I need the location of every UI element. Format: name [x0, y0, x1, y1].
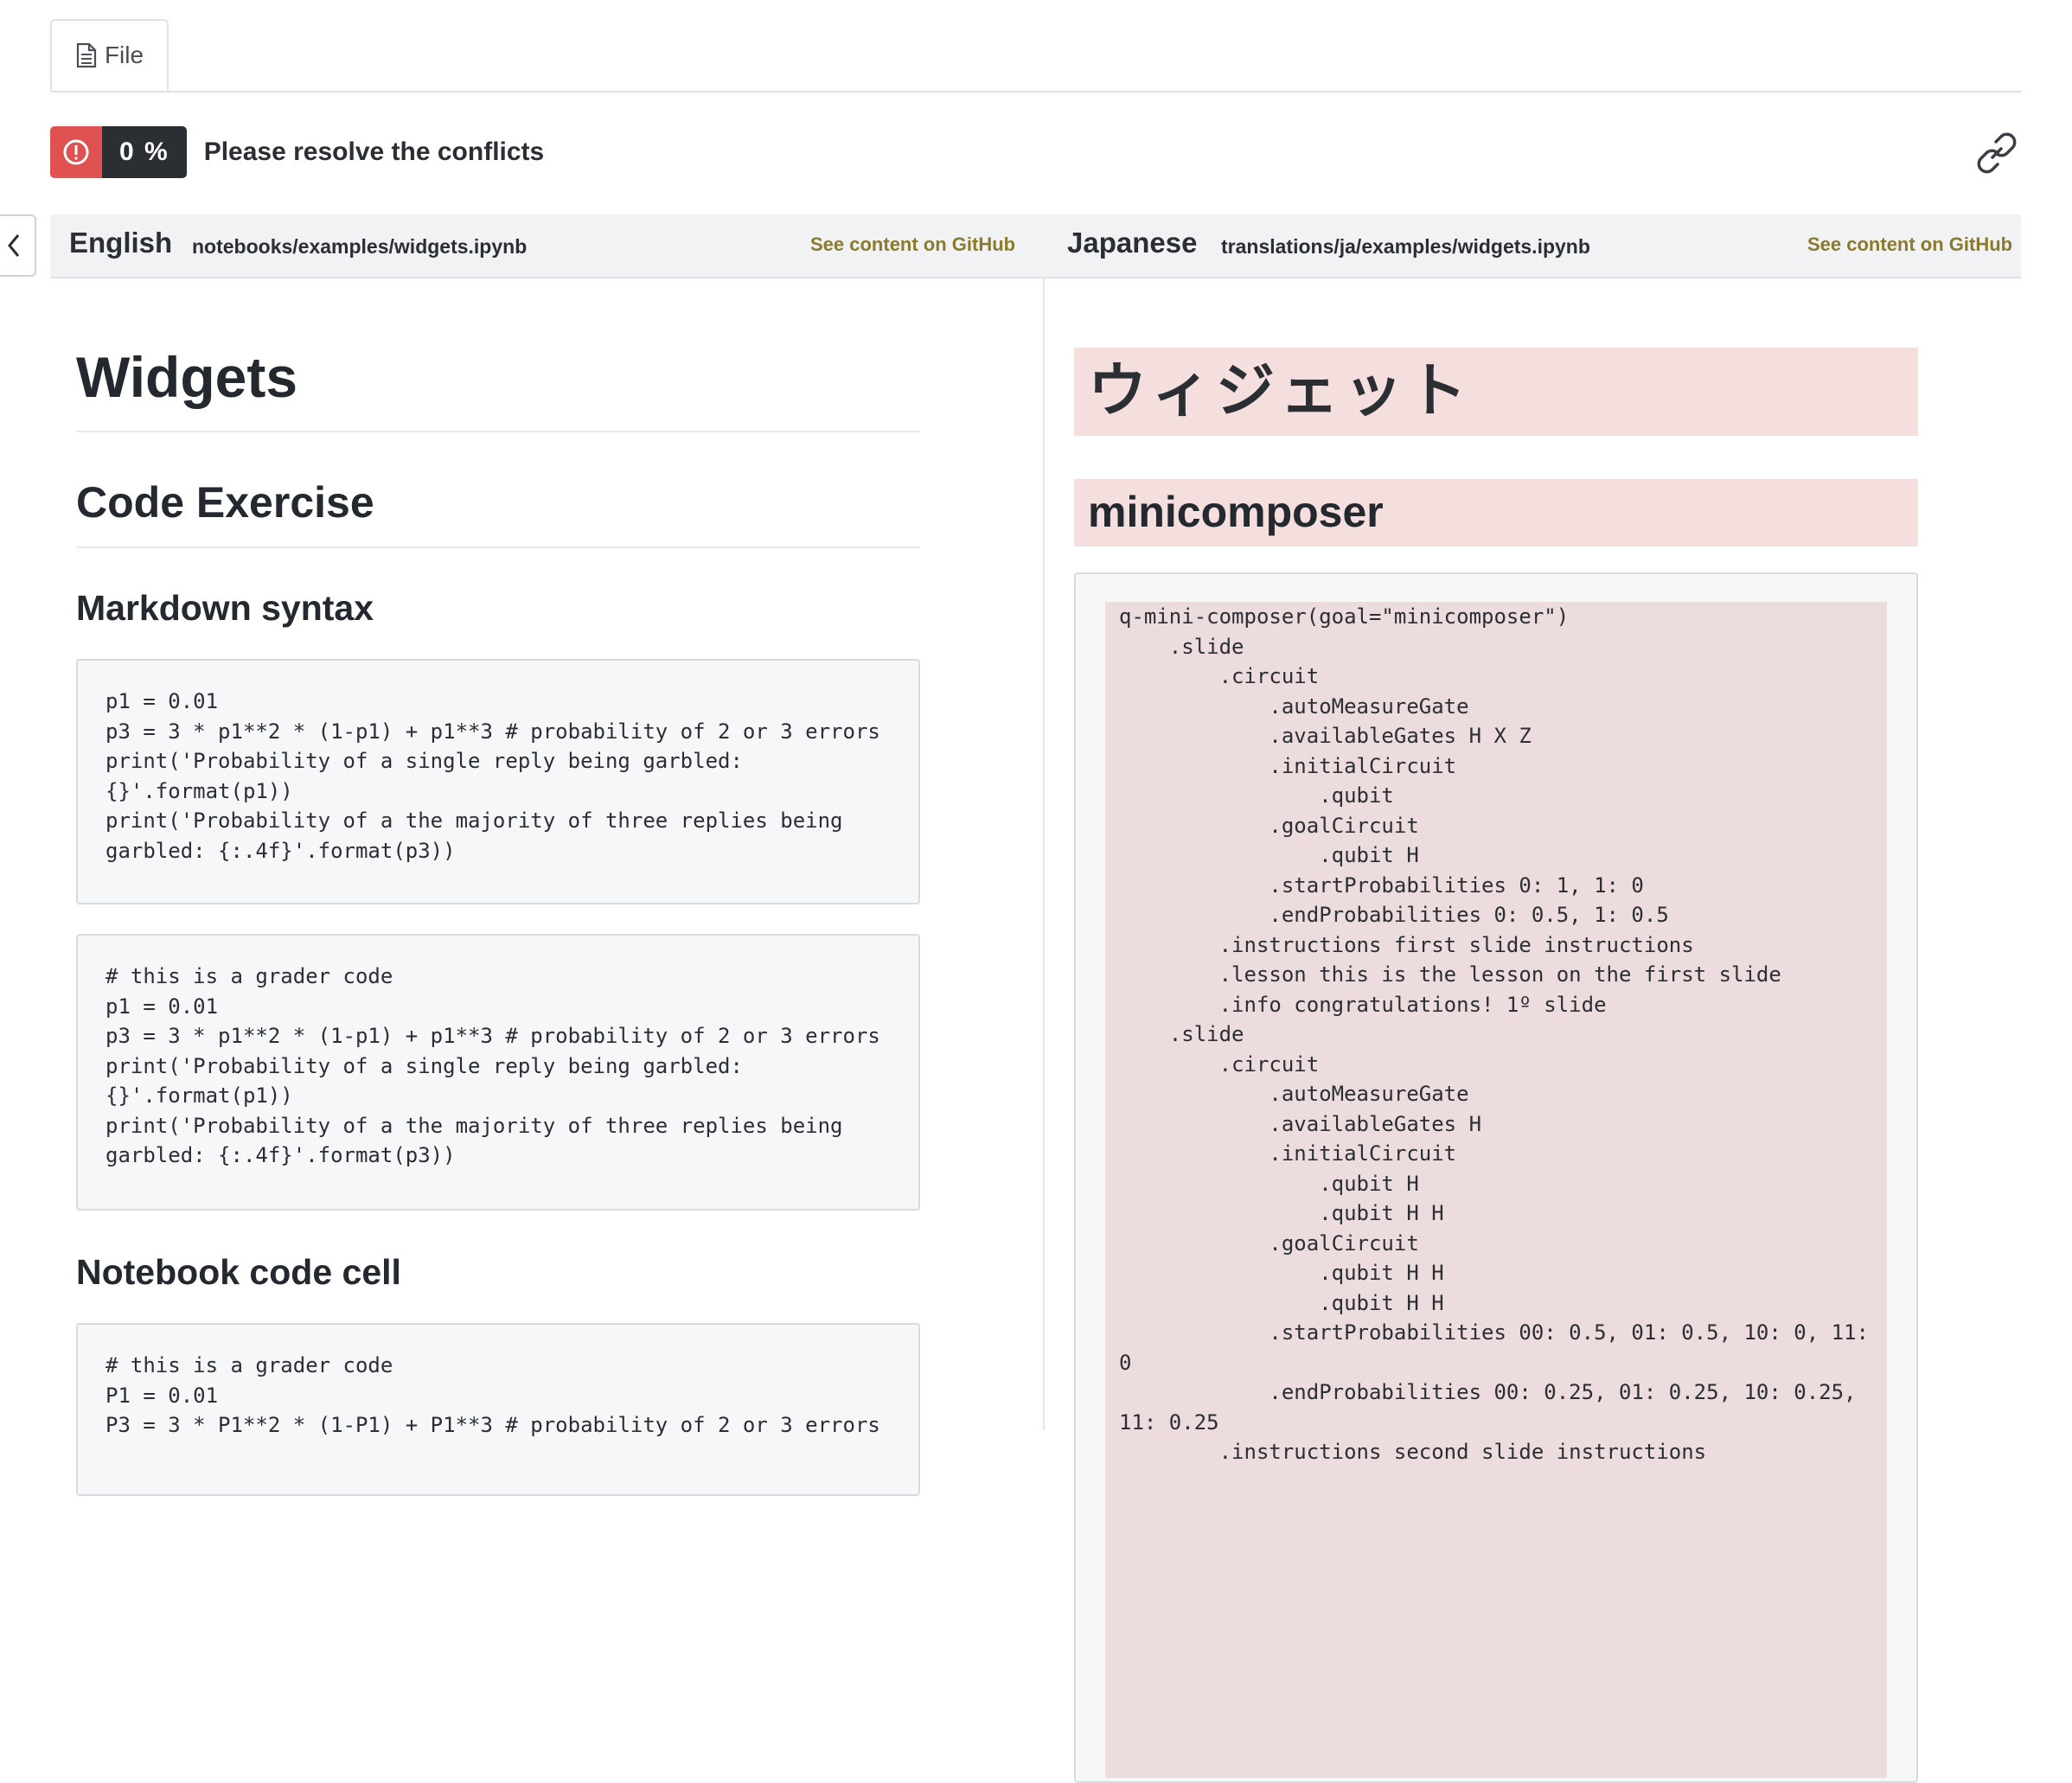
source-language: English [69, 227, 173, 259]
source-title: Widgets [76, 344, 920, 432]
status-message: Please resolve the conflicts [203, 137, 545, 166]
link-icon[interactable] [1973, 130, 2020, 176]
alert-icon [50, 126, 102, 178]
collapse-button[interactable] [0, 214, 36, 277]
target-code-cell: q-mini-composer(goal="minicomposer") .sl… [1074, 572, 1918, 1783]
pane-header: English notebooks/examples/widgets.ipynb… [50, 214, 2021, 278]
source-github-link[interactable]: See content on GitHub [810, 233, 1015, 256]
target-section-heading[interactable]: minicomposer [1074, 479, 1918, 546]
code-block: # this is a grader code P1 = 0.01 P3 = 3… [76, 1323, 920, 1496]
target-code-block[interactable]: q-mini-composer(goal="minicomposer") .sl… [1105, 602, 1887, 1778]
source-path: notebooks/examples/widgets.ipynb [192, 235, 528, 258]
conflict-status: 0 % Please resolve the conflicts [50, 126, 544, 178]
tab-bar: File [50, 19, 2021, 93]
target-github-link[interactable]: See content on GitHub [1807, 233, 2012, 256]
target-language: Japanese [1067, 227, 1198, 259]
tab-label: File [104, 41, 144, 68]
pane-divider [1043, 277, 1045, 1430]
source-subheading-notebook: Notebook code cell [76, 1252, 401, 1292]
target-path: translations/ja/examples/widgets.ipynb [1221, 235, 1590, 258]
code-block: p1 = 0.01 p3 = 3 * p1**2 * (1-p1) + p1**… [76, 659, 920, 904]
chevron-left-icon [8, 234, 20, 257]
tab-file[interactable]: File [50, 19, 169, 91]
source-subheading-markdown: Markdown syntax [76, 588, 374, 628]
progress-percent: 0 % [102, 126, 187, 178]
code-block: # this is a grader code p1 = 0.01 p3 = 3… [76, 934, 920, 1211]
target-title[interactable]: ウィジェット [1074, 348, 1918, 436]
document-icon [76, 42, 97, 67]
source-section-heading: Code Exercise [76, 477, 920, 548]
